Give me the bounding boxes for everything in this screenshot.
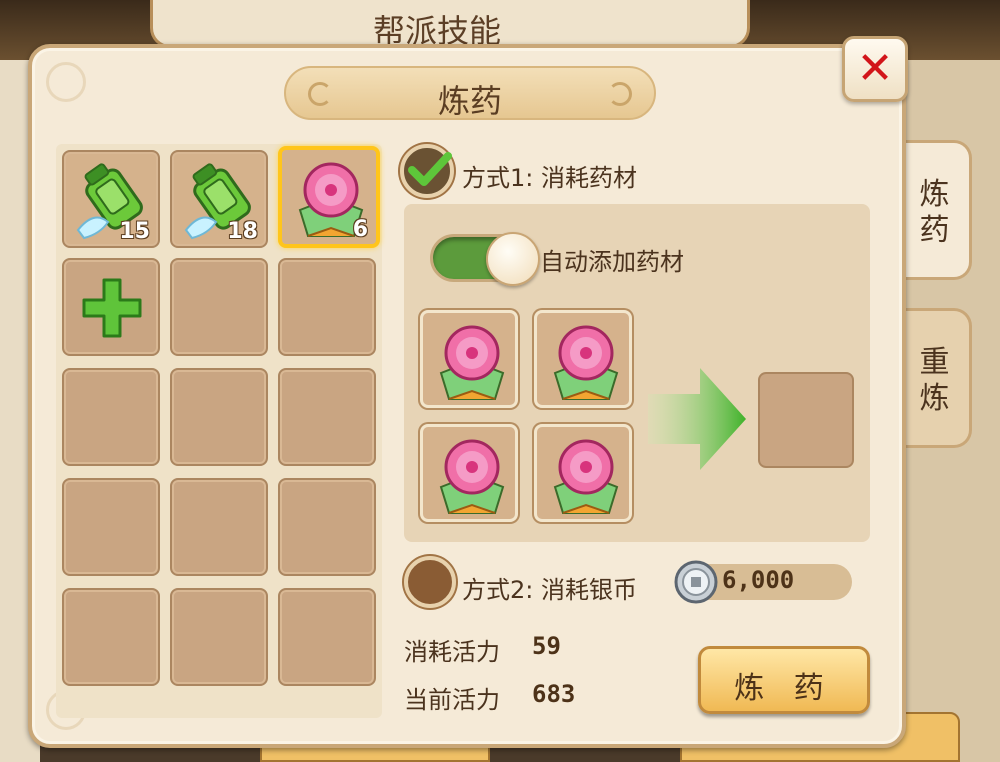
inventory-slot-empty[interactable] — [62, 368, 160, 466]
tab-refine-label: 炼药 — [919, 177, 950, 248]
mode1-radio[interactable] — [400, 144, 454, 198]
mode2-radio[interactable] — [404, 556, 456, 608]
add-slot-button[interactable] — [62, 258, 160, 356]
arrow-right-icon — [648, 368, 746, 470]
plus-icon — [82, 278, 142, 338]
pink-pill-icon — [439, 439, 505, 514]
background-title-plate: 帮派技能 — [150, 0, 750, 50]
inventory-slot[interactable]: 15 — [62, 150, 160, 248]
corner-ornament — [46, 62, 86, 102]
material-slot[interactable] — [420, 310, 518, 408]
consume-energy-label: 消耗活力 — [404, 638, 500, 666]
current-energy-value: 683 — [532, 680, 576, 708]
item-count: 6 — [352, 217, 368, 242]
auto-add-label: 自动添加药材 — [540, 248, 684, 276]
item-count: 18 — [227, 219, 258, 244]
inventory-slot-empty[interactable] — [278, 478, 376, 576]
material-slot[interactable] — [420, 424, 518, 522]
pink-pill-icon — [553, 439, 619, 514]
pink-pill-icon — [553, 325, 619, 400]
craft-button[interactable]: 炼 药 — [698, 646, 870, 714]
inventory-slot-empty[interactable] — [170, 588, 268, 686]
consume-energy-value: 59 — [532, 632, 561, 660]
material-slot[interactable] — [534, 424, 632, 522]
inventory-slot-empty[interactable] — [278, 258, 376, 356]
close-x-icon: ✕ — [856, 43, 894, 94]
result-slot[interactable] — [758, 372, 854, 468]
tab-rerefine[interactable]: 重炼 — [900, 308, 972, 448]
inventory-slot[interactable]: 18 — [170, 150, 268, 248]
inventory-slot-selected[interactable]: 6 — [278, 146, 380, 248]
checkmark-icon — [408, 152, 452, 186]
inventory-slot-empty[interactable] — [170, 258, 268, 356]
dialog-title-plate: 炼药 — [284, 66, 656, 120]
inventory-slot-empty[interactable] — [170, 478, 268, 576]
current-energy-label: 当前活力 — [404, 686, 500, 714]
inventory-slot-empty[interactable] — [278, 588, 376, 686]
material-slot[interactable] — [534, 310, 632, 408]
tab-refine[interactable]: 炼药 — [900, 140, 972, 280]
dialog-title: 炼药 — [437, 82, 502, 120]
pink-pill-icon — [439, 325, 505, 400]
inventory-slot-empty[interactable] — [278, 368, 376, 466]
inventory-slot-empty[interactable] — [62, 588, 160, 686]
toggle-knob[interactable] — [486, 232, 540, 286]
tab-rerefine-label: 重炼 — [919, 345, 950, 416]
craft-button-label: 炼 药 — [734, 671, 834, 706]
close-button[interactable]: ✕ — [842, 36, 908, 102]
mode1-label: 方式1: 消耗药材 — [462, 164, 637, 192]
mode2-label: 方式2: 消耗银币 — [462, 576, 637, 604]
inventory-slot-empty[interactable] — [170, 368, 268, 466]
inventory-slot-empty[interactable] — [62, 478, 160, 576]
silver-coin-icon — [674, 560, 718, 604]
item-count: 15 — [119, 219, 150, 244]
coin-cost-value: 6,000 — [722, 566, 795, 594]
